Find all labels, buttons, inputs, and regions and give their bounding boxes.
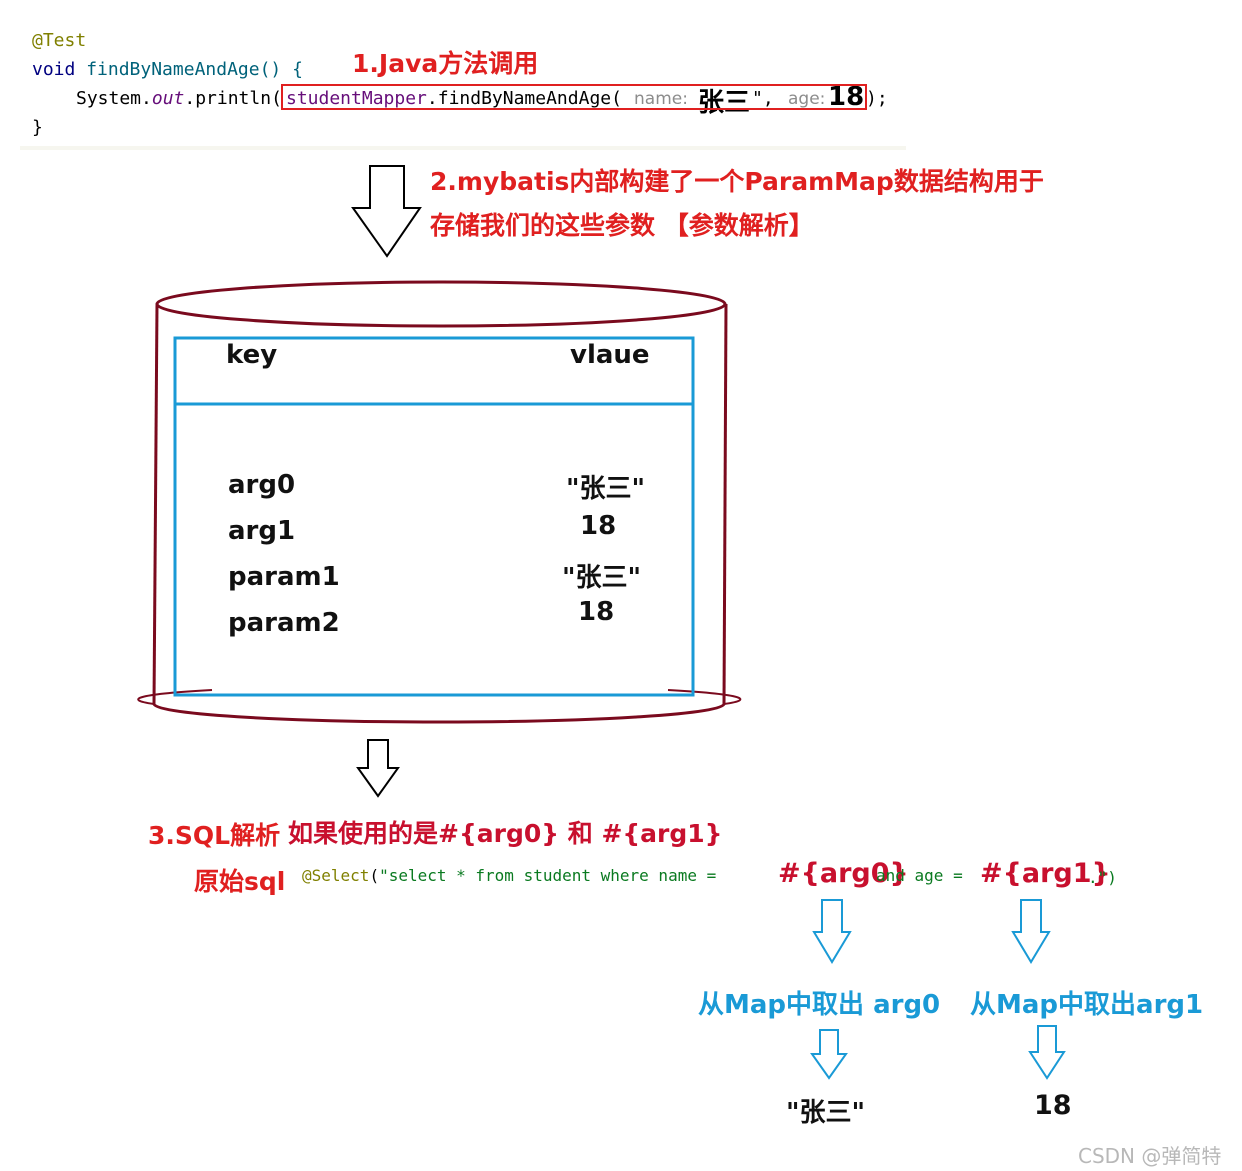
table-row-key: arg1 [228, 516, 296, 546]
call-highlight-box [281, 84, 867, 110]
blue-arrow-arg0-fetch [812, 899, 852, 964]
table-header-value: vlaue [570, 340, 650, 370]
table-row-value: 18 [580, 511, 617, 541]
step3-description: 如果使用的是#{arg0} 和 #{arg1} [288, 819, 723, 848]
step3-label: 3.SQL解析 [148, 821, 281, 850]
table-row-value: 18 [578, 597, 615, 627]
down-arrow-2 [356, 739, 400, 798]
blue-arrow-arg1-fetch [1011, 899, 1051, 964]
table-row-key: param2 [228, 608, 340, 638]
sql-string-part2: and age = [876, 866, 963, 885]
blue-arrow-arg1-result [1028, 1025, 1066, 1080]
sql-annotation: @Select [302, 866, 370, 885]
fetch-arg1-label: 从Map中取出arg1 [970, 990, 1204, 1020]
down-arrow-1 [351, 165, 422, 258]
table-row-value: "张三" [562, 563, 642, 593]
table-row-value: "张三" [566, 474, 646, 504]
table-row-key: param1 [228, 562, 340, 592]
sql-string-part1: "select * from student where name = [379, 866, 717, 885]
table-header-key: key [226, 340, 278, 370]
raw-sql-label: 原始sql [194, 867, 286, 896]
result-arg0-value: "张三" [786, 1098, 866, 1128]
watermark: CSDN @弹简特 [1078, 1144, 1222, 1168]
table-row-key: arg0 [228, 470, 296, 500]
blue-arrow-arg0-result [810, 1029, 848, 1080]
sql-string-end: .") [1088, 868, 1117, 887]
sql-open-paren: ( [369, 866, 380, 885]
raw-sql-code: @Select("select * from student where nam… [302, 866, 716, 885]
fetch-arg0-label: 从Map中取出 arg0 [698, 990, 941, 1020]
result-arg1-value: 18 [1034, 1090, 1072, 1121]
